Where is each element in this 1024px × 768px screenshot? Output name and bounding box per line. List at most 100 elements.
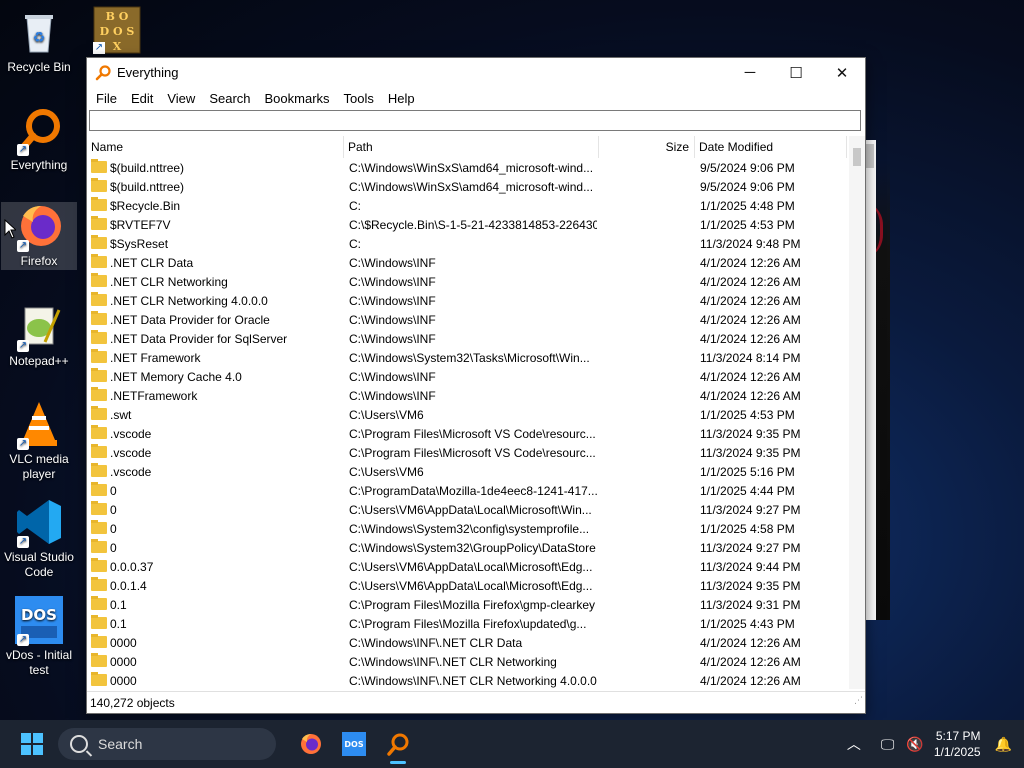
desktop-icon-everything[interactable]: ↗ Everything — [1, 106, 77, 173]
file-name: 0000 — [110, 674, 137, 688]
desktop-icon-vscode[interactable]: ↗ Visual Studio Code — [1, 498, 77, 580]
table-row[interactable]: $RVTEF7V C:\$Recycle.Bin\S-1-5-21-4233814… — [87, 216, 849, 235]
name-cell: .NET Framework — [91, 349, 341, 368]
table-row[interactable]: 0 C:\Windows\System32\config\systemprofil… — [87, 520, 849, 539]
title-bar[interactable]: Everything ─ ☐ ✕ — [87, 58, 865, 87]
taskbar-vdos[interactable]: DOS — [334, 724, 374, 764]
menu-tools[interactable]: Tools — [337, 91, 381, 106]
notification-bell-icon[interactable]: 🔔 — [995, 736, 1012, 753]
scrollbar-thumb[interactable] — [853, 148, 861, 166]
menu-file[interactable]: File — [89, 91, 124, 106]
table-row[interactable]: .vscode C:\Program Files\Microsoft VS Cod… — [87, 444, 849, 463]
search-input[interactable] — [89, 110, 861, 131]
folder-icon — [91, 482, 107, 496]
folder-icon — [91, 387, 107, 401]
path-cell: C: — [349, 237, 361, 251]
path-cell: C:\Program Files\Microsoft VS Code\resou… — [349, 446, 596, 460]
taskbar-everything[interactable] — [378, 724, 418, 764]
table-row[interactable]: $SysReset C: 11/3/2024 9:48 PM — [87, 235, 849, 254]
file-name: $(build.nttree) — [110, 180, 185, 194]
name-cell: 0000 — [91, 672, 341, 689]
volume-icon[interactable]: 🔇 — [906, 736, 923, 753]
menu-help[interactable]: Help — [381, 91, 422, 106]
resize-grip-icon[interactable]: ⋰ — [854, 689, 863, 711]
dosbox-icon[interactable]: B O D O S X ↗ — [93, 6, 141, 54]
path-cell: C:\Users\VM6 — [349, 408, 424, 422]
table-row[interactable]: .vscode C:\Users\VM6 1/1/2025 5:16 PM — [87, 463, 849, 482]
table-row[interactable]: .NET Data Provider for SqlServer C:\Windo… — [87, 330, 849, 349]
table-row[interactable]: 0.0.0.37 C:\Users\VM6\AppData\Local\Micro… — [87, 558, 849, 577]
close-button[interactable]: ✕ — [819, 58, 865, 87]
taskbar-firefox[interactable] — [290, 724, 330, 764]
table-row[interactable]: 0.1 C:\Program Files\Mozilla Firefox\gmp-… — [87, 596, 849, 615]
svg-text:B O: B O — [106, 10, 129, 23]
folder-icon — [91, 406, 107, 420]
table-row[interactable]: 0 C:\ProgramData\Mozilla-1de4eec8-1241-41… — [87, 482, 849, 501]
desktop-icon-recycle-bin[interactable]: ♻ Recycle Bin — [1, 8, 77, 75]
desktop-icon-notepadpp[interactable]: ↗ Notepad++ — [1, 302, 77, 369]
table-row[interactable]: $(build.nttree) C:\Windows\WinSxS\amd64_m… — [87, 159, 849, 178]
folder-icon — [91, 577, 107, 591]
file-name: 0 — [110, 484, 117, 498]
chevron-up-icon[interactable]: ︿ — [847, 734, 861, 754]
folder-icon — [91, 558, 107, 572]
table-row[interactable]: 0000 C:\Windows\INF\.NET CLR Networking 4/… — [87, 653, 849, 672]
results-list[interactable]: $(build.nttree) C:\Windows\WinSxS\amd64_m… — [87, 159, 849, 689]
table-row[interactable]: .NET CLR Data C:\Windows\INF 4/1/2024 12:2… — [87, 254, 849, 273]
network-icon[interactable]: 🖵 — [881, 736, 895, 753]
menu-edit[interactable]: Edit — [124, 91, 160, 106]
name-cell: 0 — [91, 539, 341, 558]
menu-bookmarks[interactable]: Bookmarks — [258, 91, 337, 106]
column-path[interactable]: Path — [344, 136, 599, 158]
table-row[interactable]: .NET Memory Cache 4.0 C:\Windows\INF 4/1/2… — [87, 368, 849, 387]
table-row[interactable]: .NET CLR Networking 4.0.0.0 C:\Windows\IN… — [87, 292, 849, 311]
table-row[interactable]: 0 C:\Users\VM6\AppData\Local\Microsoft\Wi… — [87, 501, 849, 520]
table-row[interactable]: .NETFramework C:\Windows\INF 4/1/2024 12:2… — [87, 387, 849, 406]
name-cell: .NETFramework — [91, 387, 341, 406]
window-title: Everything — [117, 65, 179, 80]
table-row[interactable]: $(build.nttree) C:\Windows\WinSxS\amd64_m… — [87, 178, 849, 197]
path-cell: C:\Program Files\Mozilla Firefox\updated… — [349, 617, 587, 631]
shortcut-arrow-icon: ↗ — [17, 144, 29, 156]
start-button[interactable] — [12, 724, 52, 764]
table-row[interactable]: 0 C:\Windows\System32\GroupPolicy\DataSto… — [87, 539, 849, 558]
desktop-icon-vdos[interactable]: DOS ↗ vDos - Initial test — [1, 596, 77, 678]
menu-view[interactable]: View — [160, 91, 202, 106]
table-row[interactable]: 0000 C:\Windows\INF\.NET CLR Data 4/1/2024… — [87, 634, 849, 653]
table-row[interactable]: 0.1 C:\Program Files\Mozilla Firefox\upda… — [87, 615, 849, 634]
table-row[interactable]: $Recycle.Bin C: 1/1/2025 4:48 PM — [87, 197, 849, 216]
path-cell: C:\Windows\INF — [349, 256, 436, 270]
table-row[interactable]: .NET Data Provider for Oracle C:\Windows\… — [87, 311, 849, 330]
column-size[interactable]: Size — [599, 136, 695, 158]
vertical-scrollbar[interactable] — [849, 136, 865, 689]
svg-text:X: X — [113, 40, 122, 53]
menu-search[interactable]: Search — [202, 91, 257, 106]
everything-icon: ↗ — [15, 106, 63, 156]
table-row[interactable]: .NET Framework C:\Windows\System32\Tasks\… — [87, 349, 849, 368]
minimize-button[interactable]: ─ — [727, 58, 773, 87]
table-row[interactable]: 0.0.1.4 C:\Users\VM6\AppData\Local\Micros… — [87, 577, 849, 596]
maximize-button[interactable]: ☐ — [773, 58, 819, 87]
everything-window[interactable]: Everything ─ ☐ ✕ File Edit View Search B… — [86, 57, 866, 714]
name-cell: .NET CLR Networking — [91, 273, 341, 292]
column-date-modified[interactable]: Date Modified — [695, 136, 847, 158]
file-name: .vscode — [110, 465, 152, 479]
clock[interactable]: 5:17 PM 1/1/2025 — [934, 728, 981, 760]
taskbar-search[interactable]: Search — [58, 728, 276, 760]
date-cell: 4/1/2024 12:26 AM — [700, 370, 801, 384]
desktop-icon-vlc[interactable]: ↗ VLC media player — [1, 400, 77, 482]
table-row[interactable]: .swt C:\Users\VM6 1/1/2025 4:53 PM — [87, 406, 849, 425]
name-cell: $(build.nttree) — [91, 159, 341, 178]
file-name: .NET Data Provider for SqlServer — [110, 332, 288, 346]
table-row[interactable]: .NET CLR Networking C:\Windows\INF 4/1/202… — [87, 273, 849, 292]
shortcut-arrow-icon: ↗ — [93, 42, 105, 54]
vlc-icon: ↗ — [15, 400, 63, 450]
column-name[interactable]: Name — [87, 136, 344, 158]
table-row[interactable]: 0000 C:\Windows\INF\.NET CLR Networking 4… — [87, 672, 849, 689]
svg-text:♻: ♻ — [33, 30, 46, 46]
table-row[interactable]: .vscode C:\Program Files\Microsoft VS Cod… — [87, 425, 849, 444]
date-cell: 1/1/2025 4:44 PM — [700, 484, 795, 498]
date-cell: 11/3/2024 9:27 PM — [700, 541, 801, 555]
name-cell: .swt — [91, 406, 341, 425]
path-cell: C:\Users\VM6 — [349, 465, 424, 479]
